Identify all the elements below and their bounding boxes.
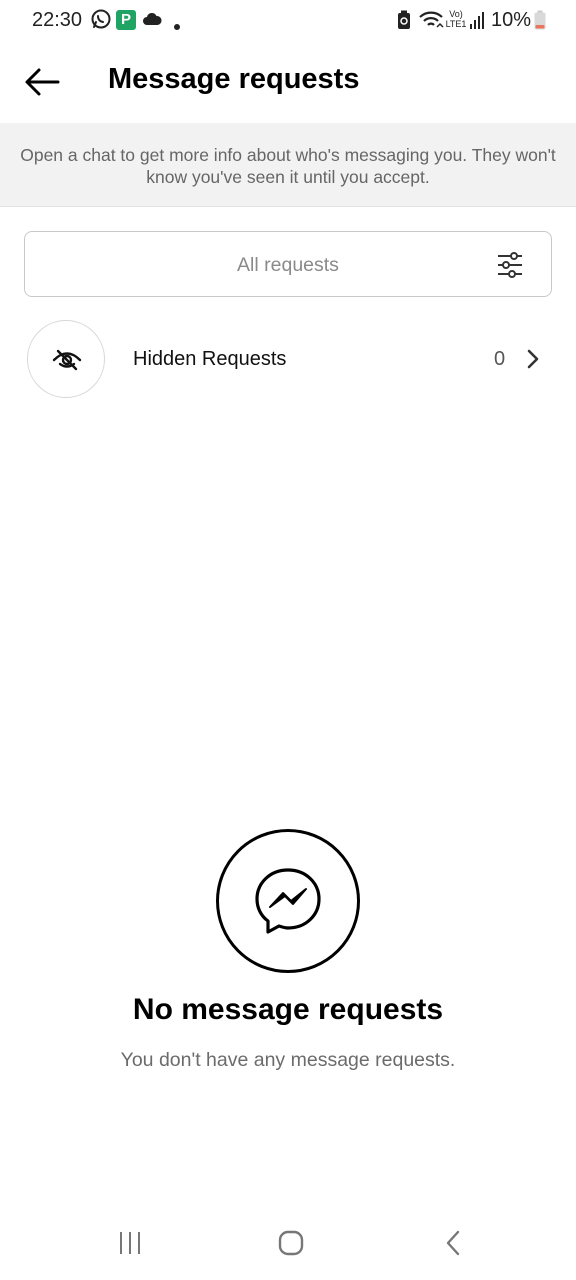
app-p-icon: P xyxy=(116,10,136,30)
eye-off-icon xyxy=(52,349,82,371)
info-text: Open a chat to get more info about who's… xyxy=(20,145,556,187)
arrow-left-icon xyxy=(25,68,60,96)
filter-label: All requests xyxy=(237,254,339,276)
info-banner: Open a chat to get more info about who's… xyxy=(0,123,576,207)
status-bar: 22:30 P Vo) LTE1 10% xyxy=(0,0,576,42)
status-time: 22:30 xyxy=(32,9,83,31)
back-icon[interactable] xyxy=(444,1230,462,1261)
battery-percentage: 10% xyxy=(491,9,532,31)
sliders-icon[interactable] xyxy=(495,250,525,280)
chevron-right-icon xyxy=(526,348,540,375)
battery-saver-icon xyxy=(397,10,411,35)
empty-state-subtitle: You don't have any message requests. xyxy=(120,1049,456,1071)
cloud-icon xyxy=(142,12,162,31)
volte-bottom: LTE1 xyxy=(445,19,467,29)
empty-state-title: No message requests xyxy=(132,993,444,1026)
hidden-requests-row[interactable]: Hidden Requests 0 xyxy=(0,318,576,402)
recent-apps-icon[interactable] xyxy=(118,1230,142,1261)
signal-icon xyxy=(469,11,485,34)
dot-icon xyxy=(174,17,180,35)
messenger-icon xyxy=(255,868,321,934)
hidden-requests-label: Hidden Requests xyxy=(133,348,287,370)
requests-filter-dropdown[interactable]: All requests xyxy=(24,231,552,297)
page-title: Message requests xyxy=(108,63,360,95)
header: Message requests xyxy=(0,42,576,122)
hidden-requests-count: 0 xyxy=(494,348,506,370)
home-icon[interactable] xyxy=(278,1230,304,1261)
whatsapp-icon xyxy=(90,8,112,35)
battery-icon xyxy=(534,10,546,35)
volte-icon: Vo) LTE1 xyxy=(444,9,468,29)
app-badge-letter: P xyxy=(120,11,131,28)
volte-top: Vo) xyxy=(449,9,463,19)
wifi-icon xyxy=(418,10,444,35)
hidden-requests-avatar xyxy=(27,320,105,398)
system-nav-bar xyxy=(0,1210,576,1280)
back-button[interactable] xyxy=(22,64,62,100)
messenger-icon-circle xyxy=(216,829,360,973)
